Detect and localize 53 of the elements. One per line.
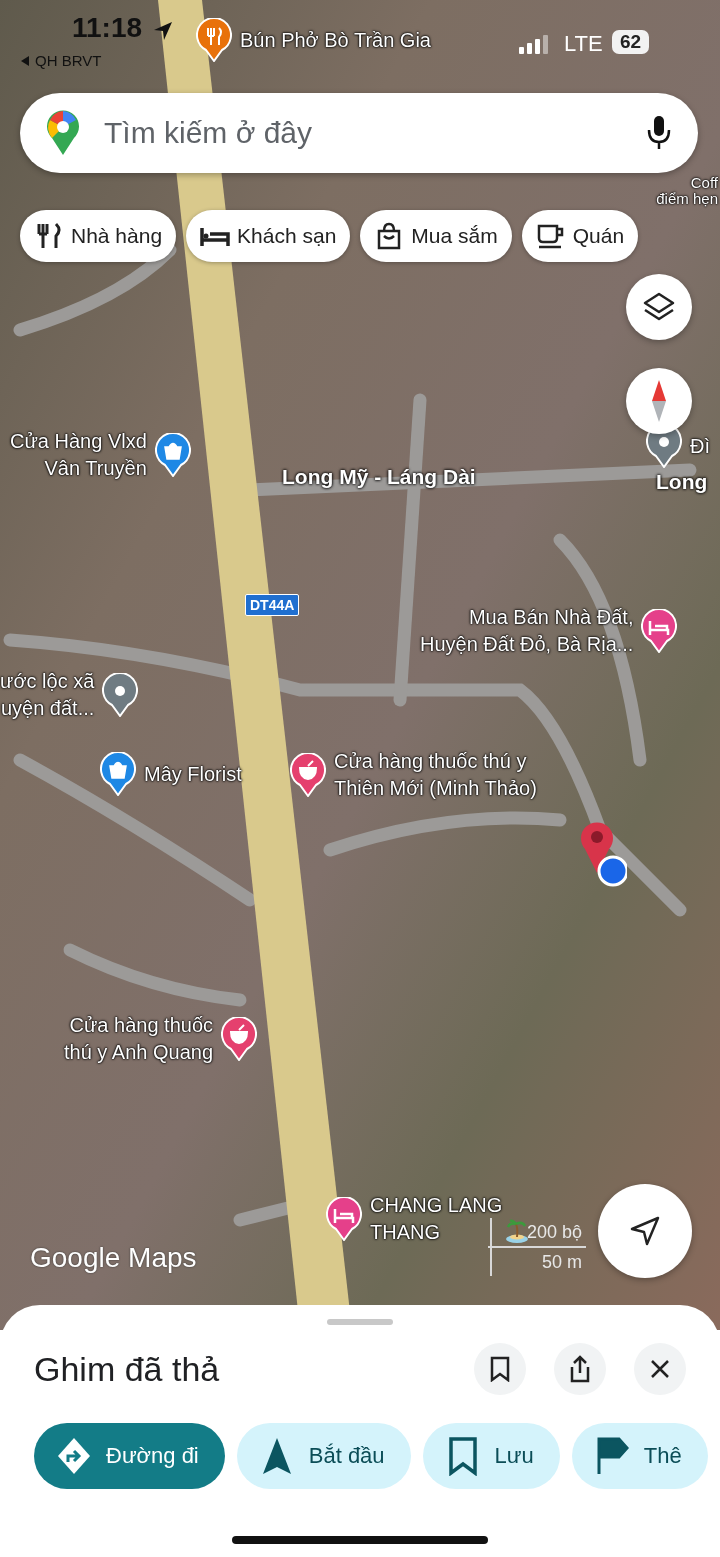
action-button[interactable]: Đường đi — [34, 1423, 225, 1489]
close-button[interactable] — [634, 1343, 686, 1395]
navigation-arrow-icon — [628, 1214, 662, 1248]
scale-label: 200 bộ — [488, 1218, 586, 1248]
network-type: LTE — [564, 31, 603, 57]
signal-icon — [519, 34, 549, 54]
category-chip[interactable]: Nhà hàng — [20, 210, 177, 262]
back-triangle-icon — [20, 54, 30, 67]
share-icon — [568, 1355, 592, 1383]
back-to-app-link[interactable]: QH BRVT — [20, 52, 102, 69]
close-icon — [649, 1358, 671, 1380]
place-label[interactable]: Bún Phở Bò Trần Gia — [240, 26, 431, 54]
fork-knife-pin-icon[interactable] — [196, 18, 232, 62]
category-chip[interactable]: Quán — [521, 210, 639, 262]
road-label: Long Mỹ - Láng Dài — [282, 465, 476, 489]
bag-pin-icon[interactable] — [100, 752, 136, 796]
place-label[interactable]: Mua Bán Nhà Đất, Huyện Đất Đỏ, Bà Rịa... — [420, 604, 634, 658]
save-button[interactable] — [474, 1343, 526, 1395]
compass-needle-icon — [651, 379, 667, 423]
place-label[interactable]: Cửa Hàng Vlxd Vân Truyền — [10, 428, 147, 482]
place-label[interactable]: Cửa hàng thuốc thú y Thiên Mới (Minh Thảo) — [334, 748, 537, 802]
dot-pin-icon[interactable] — [102, 673, 139, 717]
turn-arrow-diamond-icon — [56, 1436, 92, 1476]
bag-pin-icon[interactable] — [154, 433, 191, 477]
microphone-icon[interactable] — [646, 115, 672, 151]
bed-pin-icon[interactable] — [641, 609, 678, 653]
action-button[interactable]: Lưu — [422, 1423, 560, 1489]
search-bar[interactable]: Tìm kiếm ở đây — [20, 93, 698, 173]
place-label[interactable]: Đì — [690, 432, 710, 460]
road-shield: DT44A — [245, 594, 300, 616]
cup-icon — [535, 222, 566, 250]
map-pin-logo-icon — [46, 110, 80, 156]
place-label[interactable]: ước lộc xã uyện đất... — [0, 668, 95, 722]
action-button[interactable]: Thê — [571, 1423, 708, 1489]
mortar-pin-icon[interactable] — [290, 753, 326, 797]
search-field[interactable]: Tìm kiếm ở đây — [102, 115, 624, 151]
location-arrow-icon — [152, 20, 174, 42]
category-chip[interactable]: Khách sạn — [186, 210, 351, 262]
bed-pin-icon[interactable] — [326, 1197, 362, 1241]
road-label: Long — [656, 470, 708, 494]
scale-label: 50 m — [541, 1251, 583, 1274]
sheet-title: Ghim đã thả — [34, 1349, 220, 1389]
action-button[interactable]: Bắt đầu — [236, 1423, 411, 1489]
category-chip[interactable]: Mua sắm — [360, 210, 512, 262]
place-label[interactable]: Cửa hàng thuốc thú y Anh Quang — [64, 1012, 213, 1066]
bookmark-icon — [489, 1356, 511, 1382]
drag-handle[interactable] — [327, 1319, 393, 1325]
mortar-pin-icon[interactable] — [221, 1017, 257, 1061]
share-button[interactable] — [554, 1343, 606, 1395]
google-maps-logo: Google Maps — [30, 1242, 197, 1274]
status-time: 11:18 — [72, 12, 143, 44]
battery-indicator: 62 — [612, 30, 650, 54]
place-label[interactable]: Coff điểm hẹn — [656, 175, 718, 207]
